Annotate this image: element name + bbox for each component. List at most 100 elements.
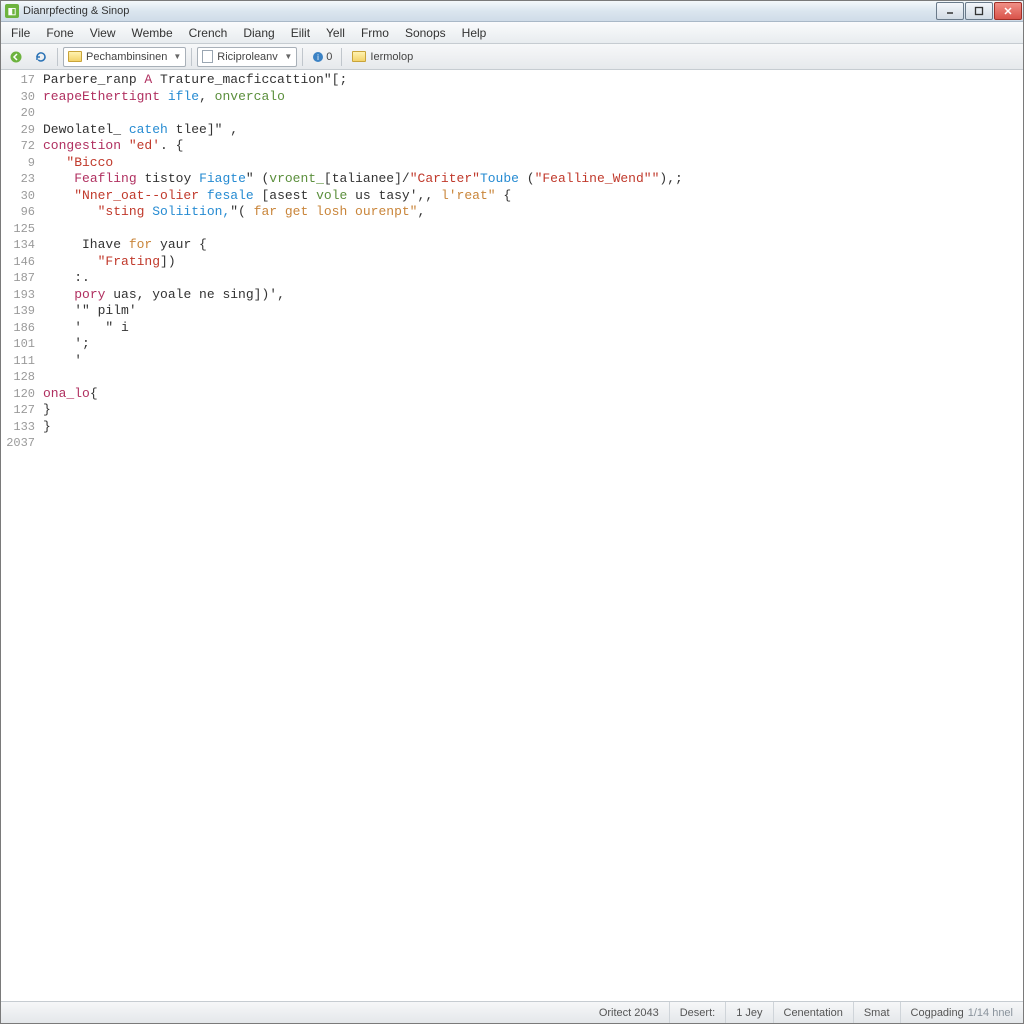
line-gutter: 1730202972923309612513414618719313918610… xyxy=(1,70,41,1001)
menu-wembe[interactable]: Wembe xyxy=(124,22,181,43)
close-icon xyxy=(1003,6,1013,16)
code-line[interactable] xyxy=(43,105,1023,122)
code-token: ( xyxy=(519,171,535,188)
code-token: for xyxy=(129,237,152,254)
code-line[interactable]: Ihave for yaur { xyxy=(43,237,1023,254)
code-line[interactable]: :. xyxy=(43,270,1023,287)
statusbar: Oritect 2043 Desert: 1 Jey Cenentation S… xyxy=(1,1001,1023,1023)
line-number: 30 xyxy=(1,188,35,205)
code-token: , xyxy=(199,89,215,106)
code-line[interactable]: "Frating]) xyxy=(43,254,1023,271)
code-token: ona_lo xyxy=(43,386,90,403)
code-area[interactable]: Parbere_ranp A Trature_macficcattion"[;r… xyxy=(41,70,1023,1001)
menu-frmo[interactable]: Frmo xyxy=(353,22,397,43)
info-button[interactable]: i 0 xyxy=(308,47,336,67)
app-icon: ◧ xyxy=(5,4,19,18)
code-token: A xyxy=(144,72,152,89)
titlebar: ◧ Dianrpfecting & Sinop xyxy=(1,1,1023,22)
code-editor[interactable]: 1730202972923309612513414618719313918610… xyxy=(1,70,1023,1001)
menu-sonops[interactable]: Sonops xyxy=(397,22,454,43)
line-number: 101 xyxy=(1,336,35,353)
code-line[interactable] xyxy=(43,221,1023,238)
line-number: 96 xyxy=(1,204,35,221)
code-token: " ( xyxy=(246,171,269,188)
close-button[interactable] xyxy=(994,2,1022,20)
code-line[interactable]: "Bicco xyxy=(43,155,1023,172)
code-line[interactable]: ' xyxy=(43,353,1023,370)
line-number: 127 xyxy=(1,402,35,419)
code-token: { xyxy=(496,188,512,205)
menu-diang[interactable]: Diang xyxy=(235,22,282,43)
code-token: tlee]" , xyxy=(168,122,238,139)
folder-icon-2 xyxy=(352,51,366,62)
status-cogpading-label: Cogpading xyxy=(911,1007,964,1019)
code-token: } xyxy=(43,419,51,436)
code-token xyxy=(43,171,74,188)
code-token: far get losh ourenpt" xyxy=(254,204,418,221)
toolbar-separator xyxy=(57,48,58,66)
line-number: 125 xyxy=(1,221,35,238)
code-token: . { xyxy=(160,138,183,155)
code-token: vroent_ xyxy=(269,171,324,188)
code-line[interactable]: ' " i xyxy=(43,320,1023,337)
status-centation[interactable]: Cenentation xyxy=(773,1002,853,1023)
code-line[interactable]: Dewolatel_ cateh tlee]" , xyxy=(43,122,1023,139)
code-line[interactable]: '" pilm' xyxy=(43,303,1023,320)
toolbar-separator-3 xyxy=(302,48,303,66)
code-line[interactable]: Feafling tistoy Fiagte" (vroent_[taliane… xyxy=(43,171,1023,188)
code-line[interactable] xyxy=(43,435,1023,452)
menu-fone[interactable]: Fone xyxy=(38,22,81,43)
code-line[interactable]: "sting Soliition,"( far get losh ourenpt… xyxy=(43,204,1023,221)
status-smat[interactable]: Smat xyxy=(853,1002,900,1023)
line-number: 72 xyxy=(1,138,35,155)
status-desert: Desert: xyxy=(669,1002,725,1023)
open-button[interactable]: Iermolop xyxy=(347,47,418,67)
code-token: [asest xyxy=(254,188,316,205)
menu-help[interactable]: Help xyxy=(454,22,495,43)
code-token: ),; xyxy=(659,171,682,188)
code-token: , xyxy=(417,204,425,221)
status-ljey[interactable]: 1 Jey xyxy=(725,1002,772,1023)
globe-back-icon xyxy=(9,50,23,64)
minimize-button[interactable] xyxy=(936,2,964,20)
code-token: ]) xyxy=(160,254,176,271)
doc-icon xyxy=(202,50,213,63)
line-number: 2037 xyxy=(1,435,35,452)
code-line[interactable]: '; xyxy=(43,336,1023,353)
code-token: reapeEthertignt xyxy=(43,89,160,106)
menu-file[interactable]: File xyxy=(3,22,38,43)
menu-eilit[interactable]: Eilit xyxy=(283,22,318,43)
code-line[interactable]: } xyxy=(43,419,1023,436)
maximize-button[interactable] xyxy=(965,2,993,20)
code-line[interactable]: ona_lo{ xyxy=(43,386,1023,403)
project-combo-label: Pechambinsinen xyxy=(86,51,167,63)
code-token xyxy=(43,204,98,221)
code-line[interactable] xyxy=(43,369,1023,386)
code-token xyxy=(121,138,129,155)
window-controls xyxy=(936,2,1022,21)
code-token: "Bicco xyxy=(66,155,113,172)
code-line[interactable]: pory uas, yoale ne sing])', xyxy=(43,287,1023,304)
line-number: 17 xyxy=(1,72,35,89)
code-line[interactable]: } xyxy=(43,402,1023,419)
config-combo[interactable]: Riciproleanv ▼ xyxy=(197,47,297,67)
code-line[interactable]: congestion "ed'. { xyxy=(43,138,1023,155)
menu-view[interactable]: View xyxy=(82,22,124,43)
config-combo-label: Riciproleanv xyxy=(217,51,278,63)
code-token: Toube xyxy=(480,171,519,188)
code-line[interactable]: Parbere_ranp A Trature_macficcattion"[; xyxy=(43,72,1023,89)
status-cogpading[interactable]: Cogpading 1/14 hnel xyxy=(900,1002,1023,1023)
project-combo[interactable]: Pechambinsinen ▼ xyxy=(63,47,186,67)
menu-crench[interactable]: Crench xyxy=(181,22,236,43)
code-token: us tasy',, xyxy=(347,188,441,205)
code-token: "ed' xyxy=(129,138,160,155)
toolbar-separator-4 xyxy=(341,48,342,66)
menu-yell[interactable]: Yell xyxy=(318,22,353,43)
code-line[interactable]: reapeEthertignt ifle, onvercalo xyxy=(43,89,1023,106)
code-line[interactable]: "Nner_oat--olier fesale [asest vole us t… xyxy=(43,188,1023,205)
back-button[interactable] xyxy=(5,47,27,67)
code-token xyxy=(160,89,168,106)
line-number: 186 xyxy=(1,320,35,337)
code-token: Ihave xyxy=(43,237,129,254)
refresh-button[interactable] xyxy=(30,47,52,67)
